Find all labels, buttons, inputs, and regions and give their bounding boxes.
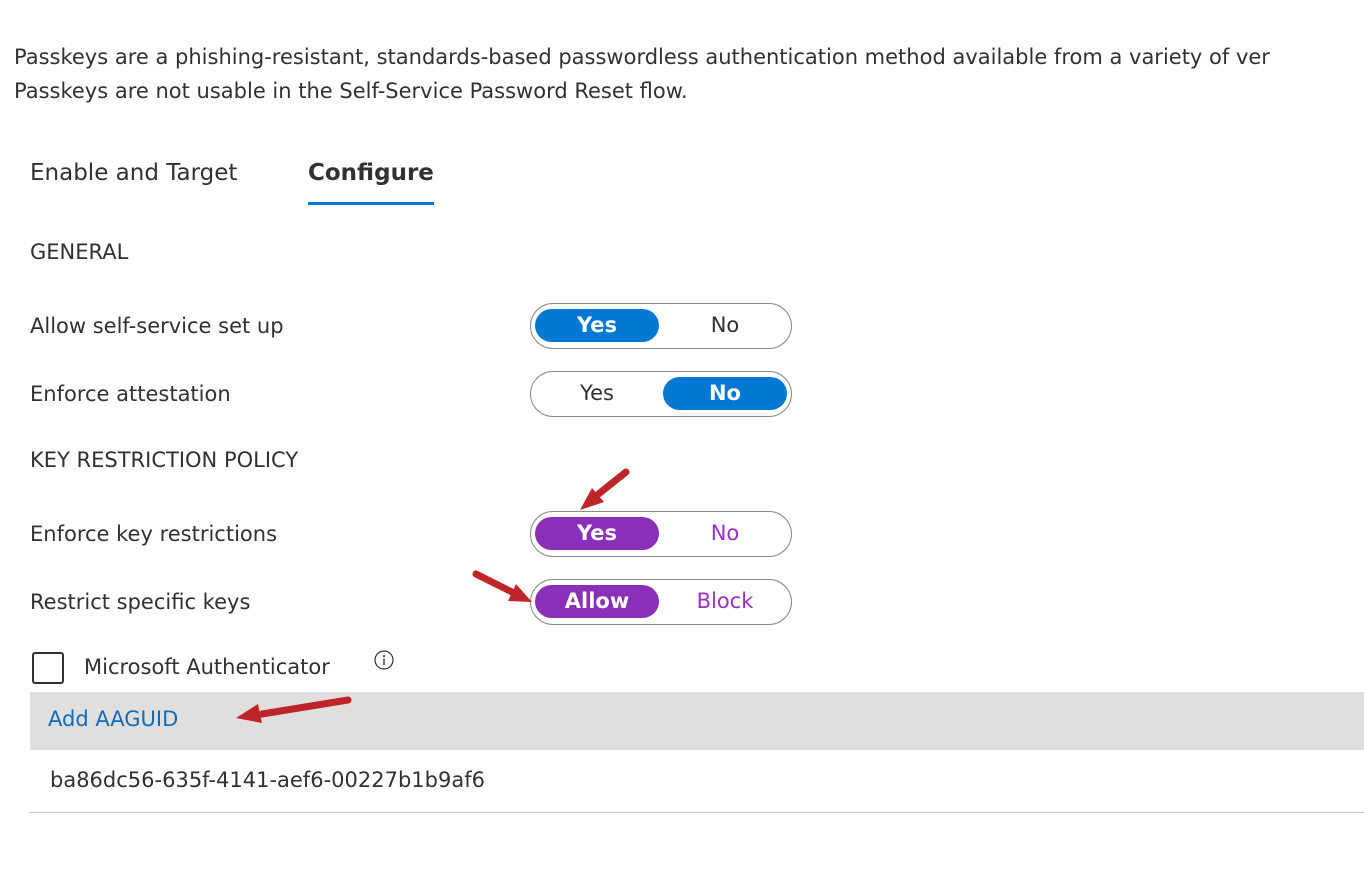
enforce-key-restrictions-toggle: Yes No [530, 511, 792, 557]
restrict-specific-keys-toggle: Allow Block [530, 579, 792, 625]
allow-self-service-no-option[interactable]: No [663, 309, 787, 342]
enforce-attestation-label: Enforce attestation [30, 382, 231, 406]
enforce-attestation-toggle: Yes No [530, 371, 792, 417]
aaguid-list-divider [30, 812, 1364, 813]
aaguid-list-item: ba86dc56-635f-4141-aef6-00227b1b9af6 [50, 768, 485, 792]
enforce-key-restrictions-label: Enforce key restrictions [30, 522, 278, 546]
tab-configure[interactable]: Configure [308, 150, 434, 205]
allow-self-service-yes-option[interactable]: Yes [535, 309, 659, 342]
add-aaguid-link[interactable]: Add AAGUID [48, 707, 178, 731]
restrict-specific-keys-block-option[interactable]: Block [663, 585, 787, 618]
restrict-specific-keys-allow-option[interactable]: Allow [535, 585, 659, 618]
annotation-arrow-restrict-specific-keys [472, 570, 532, 602]
microsoft-authenticator-checkbox[interactable] [32, 652, 64, 684]
annotation-arrow-enforce-key-restrictions [580, 468, 630, 510]
allow-self-service-toggle: Yes No [530, 303, 792, 349]
description: Passkeys are a phishing-resistant, stand… [14, 40, 1270, 108]
enforce-key-restrictions-no-option[interactable]: No [663, 517, 787, 550]
aaguid-header-bar: Add AAGUID [30, 692, 1364, 750]
description-line-1: Passkeys are a phishing-resistant, stand… [14, 45, 1270, 69]
allow-self-service-label: Allow self-service set up [30, 314, 284, 338]
description-line-2: Passkeys are not usable in the Self-Serv… [14, 79, 688, 103]
enforce-attestation-no-option[interactable]: No [663, 377, 787, 410]
restrict-specific-keys-label: Restrict specific keys [30, 590, 251, 614]
enforce-key-restrictions-yes-option[interactable]: Yes [535, 517, 659, 550]
info-icon[interactable] [374, 650, 394, 670]
key-restriction-section-heading: KEY RESTRICTION POLICY [30, 448, 299, 472]
tab-enable-and-target[interactable]: Enable and Target [30, 150, 237, 196]
enforce-attestation-yes-option[interactable]: Yes [535, 377, 659, 410]
general-section-heading: GENERAL [30, 240, 129, 264]
microsoft-authenticator-label: Microsoft Authenticator [84, 655, 330, 679]
